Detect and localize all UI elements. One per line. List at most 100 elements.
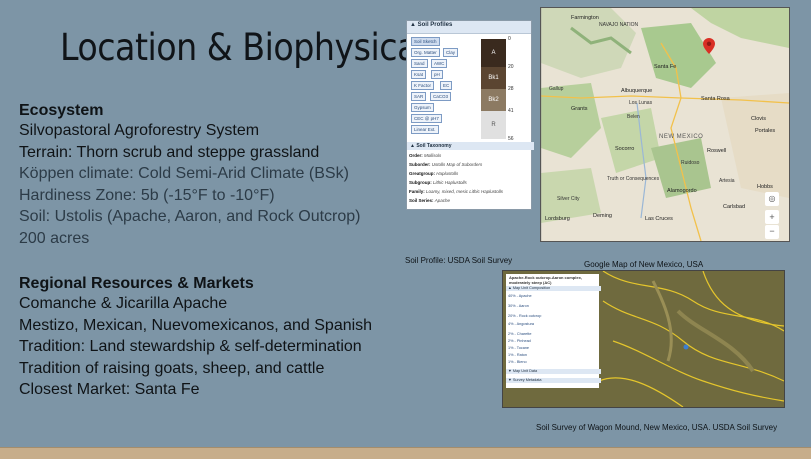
clay-button[interactable]: Clay: [443, 48, 459, 57]
map-city-label: Albuquerque: [621, 88, 653, 94]
ph-button[interactable]: pH: [431, 70, 443, 79]
taxonomy-row: Greatgroup: Haplustolls: [409, 171, 458, 176]
taxonomy-value: Haplustolls: [436, 171, 459, 176]
soil-sketch-column: A Bk1 Bk2 R: [481, 39, 506, 139]
footer-bar: [0, 448, 811, 459]
map-unit-row[interactable]: 1% - Tocane: [508, 346, 529, 350]
gypsum-button[interactable]: Gypsum: [411, 103, 434, 112]
taxonomy-value[interactable]: Ustolls Map of Suborders: [432, 162, 483, 167]
regional-line: Closest Market: Santa Fe: [19, 381, 200, 398]
awc-button[interactable]: AWC: [431, 59, 448, 68]
depth-tick: 20: [508, 64, 514, 70]
map-small-label: Artesia: [719, 178, 735, 184]
map-unit-row[interactable]: 40% - Apache: [508, 294, 532, 298]
regional-section: Regional Resources & Markets Comanche & …: [19, 274, 372, 401]
regional-line: Tradition: Land stewardship & self-deter…: [19, 338, 362, 355]
ecosystem-line: Silvopastoral Agroforestry System: [19, 122, 260, 139]
depth-tick: 0: [508, 36, 511, 42]
map-city-label: Hobbs: [757, 184, 773, 190]
taxonomy-label: Greatgroup:: [409, 171, 436, 176]
sar-button[interactable]: SAR: [411, 92, 427, 101]
taxonomy-value: Lithic Haplustolls: [433, 180, 467, 185]
ec-button[interactable]: EC: [440, 81, 453, 90]
slide-title: Location & Biophysical: [60, 26, 426, 69]
survey-metadata-header[interactable]: ▼ Survey Metadata: [506, 378, 601, 383]
taxonomy-label: Soil Series:: [409, 198, 434, 203]
zoom-in-button[interactable]: +: [765, 210, 779, 224]
soil-profile-panel: ▲ Soil Profiles Soil Sketch Org. Matter …: [406, 20, 534, 210]
soil-taxonomy-header[interactable]: ▲ Soil Taxonomy: [407, 142, 534, 150]
map-small-label: Gallup: [549, 86, 564, 92]
map-small-label: Ruidoso: [681, 160, 700, 166]
map-unit-sidebar: Apache-Rock outcrop-Aaron complex, moder…: [506, 274, 601, 388]
map-unit-data-header[interactable]: ▼ Map Unit Data: [506, 369, 601, 374]
ecosystem-line: Terrain: Thorn scrub and steppe grasslan…: [19, 143, 320, 161]
soil-survey-map[interactable]: Apache-Rock outcrop-Aaron complex, moder…: [502, 270, 785, 408]
slide: Location & Biophysical Ecosystem Silvopa…: [0, 0, 811, 459]
map-small-label: NAVAJO NATION: [599, 22, 639, 28]
map-unit-title: Apache-Rock outcrop-Aaron complex, moder…: [509, 275, 582, 285]
map-city-label: Las Cruces: [645, 216, 673, 222]
taxonomy-row: Subgroup: Lithic Haplustolls: [409, 180, 467, 185]
horizon-bk1: Bk1: [481, 67, 506, 89]
caco3-button[interactable]: CaCO3: [430, 92, 452, 101]
map-city-label: Santa Rosa: [701, 96, 730, 102]
map-terrain: [541, 8, 789, 241]
regional-line: Tradition of raising goats, sheep, and c…: [19, 359, 325, 377]
linear-ext-button[interactable]: Linear Ext.: [411, 125, 439, 134]
cec-button[interactable]: CEC @ pH7: [411, 114, 442, 123]
map-unit-composition-header[interactable]: ▲ Map Unit Composition: [506, 286, 601, 291]
ksat-button[interactable]: Ksat: [411, 70, 427, 79]
regional-line: Mestizo, Mexican, Nuevomexicanos, and Sp…: [19, 316, 373, 334]
map-unit-row[interactable]: 2% - Pinhead: [508, 339, 531, 343]
map-unit-row[interactable]: 1% - Raton: [508, 353, 527, 357]
ecosystem-line: 200 acres: [19, 229, 90, 247]
taxonomy-row: Suborder: Ustolls Map of Suborders: [409, 162, 482, 167]
map-small-label: Truth or Consequences: [607, 176, 660, 182]
map-unit-row[interactable]: 4% - Angostura: [508, 322, 534, 326]
soil-profile-caption: Soil Profile: USDA Soil Survey: [405, 256, 513, 265]
map-unit-row[interactable]: 2% - Charette: [508, 332, 531, 336]
google-map[interactable]: NAVAJO NATION Gallup Los Lunas Belen Rui…: [540, 7, 790, 242]
taxonomy-label: Subgroup:: [409, 180, 432, 185]
google-map-caption: Google Map of New Mexico, USA: [584, 260, 704, 269]
map-unit-row[interactable]: 30% - Aaron: [508, 304, 529, 308]
map-small-label: Los Lunas: [629, 100, 653, 106]
soil-profiles-header[interactable]: ▲ Soil Profiles: [407, 21, 531, 34]
horizon-a: A: [481, 39, 506, 67]
soil-sketch-button[interactable]: Soil Sketch: [411, 37, 440, 46]
map-city-label: Alamogordo: [667, 188, 697, 194]
map-state-label: NEW MEXICO: [659, 134, 704, 140]
taxonomy-row: Family: Loamy, mixed, mesic Lithic Haplu…: [409, 189, 503, 194]
locate-icon[interactable]: ◎: [765, 192, 779, 206]
regional-heading: Regional Resources & Markets: [19, 275, 254, 292]
map-city-label: Lordsburg: [545, 216, 570, 222]
map-city-label: Roswell: [707, 148, 727, 154]
map-city-label: Socorro: [615, 146, 635, 152]
map-unit-composition-label: Map Unit Composition: [512, 286, 551, 290]
map-small-label: Silver City: [557, 196, 580, 202]
map-pin-icon[interactable]: [703, 38, 715, 54]
sand-button[interactable]: Sand: [411, 59, 428, 68]
soil-profiles-title: Soil Profiles: [417, 22, 453, 28]
horizon-r: R: [481, 111, 506, 139]
zoom-out-button[interactable]: −: [765, 225, 779, 239]
map-unit-row[interactable]: 20% - Rock outcrop: [508, 314, 541, 318]
taxonomy-label: Suborder:: [409, 162, 431, 167]
map-city-label: Grants: [571, 106, 588, 112]
org-matter-button[interactable]: Org. Matter: [411, 48, 440, 57]
ecosystem-line: Hardiness Zone: 5b (-15°F to -10°F): [19, 186, 275, 204]
depth-tick: 41: [508, 108, 514, 114]
taxonomy-value[interactable]: Mollisols: [424, 153, 441, 158]
map-small-label: Belen: [627, 114, 640, 120]
k-factor-button[interactable]: K Factor: [411, 81, 435, 90]
map-city-label: Santa Fe: [654, 64, 677, 70]
regional-line: Comanche & Jicarilla Apache: [19, 295, 228, 312]
soil-taxonomy-title: Soil Taxonomy: [416, 143, 452, 149]
horizon-bk2: Bk2: [481, 89, 506, 111]
taxonomy-value: Loamy, mixed, mesic Lithic Haplustolls: [426, 189, 503, 194]
map-city-label: Farmington: [571, 15, 599, 21]
map-unit-row[interactable]: 1% - Bieno: [508, 360, 527, 364]
taxonomy-row: Order: Mollisols: [409, 153, 441, 158]
ecosystem-line: Köppen climate: Cold Semi-Arid Climate (…: [19, 165, 349, 182]
